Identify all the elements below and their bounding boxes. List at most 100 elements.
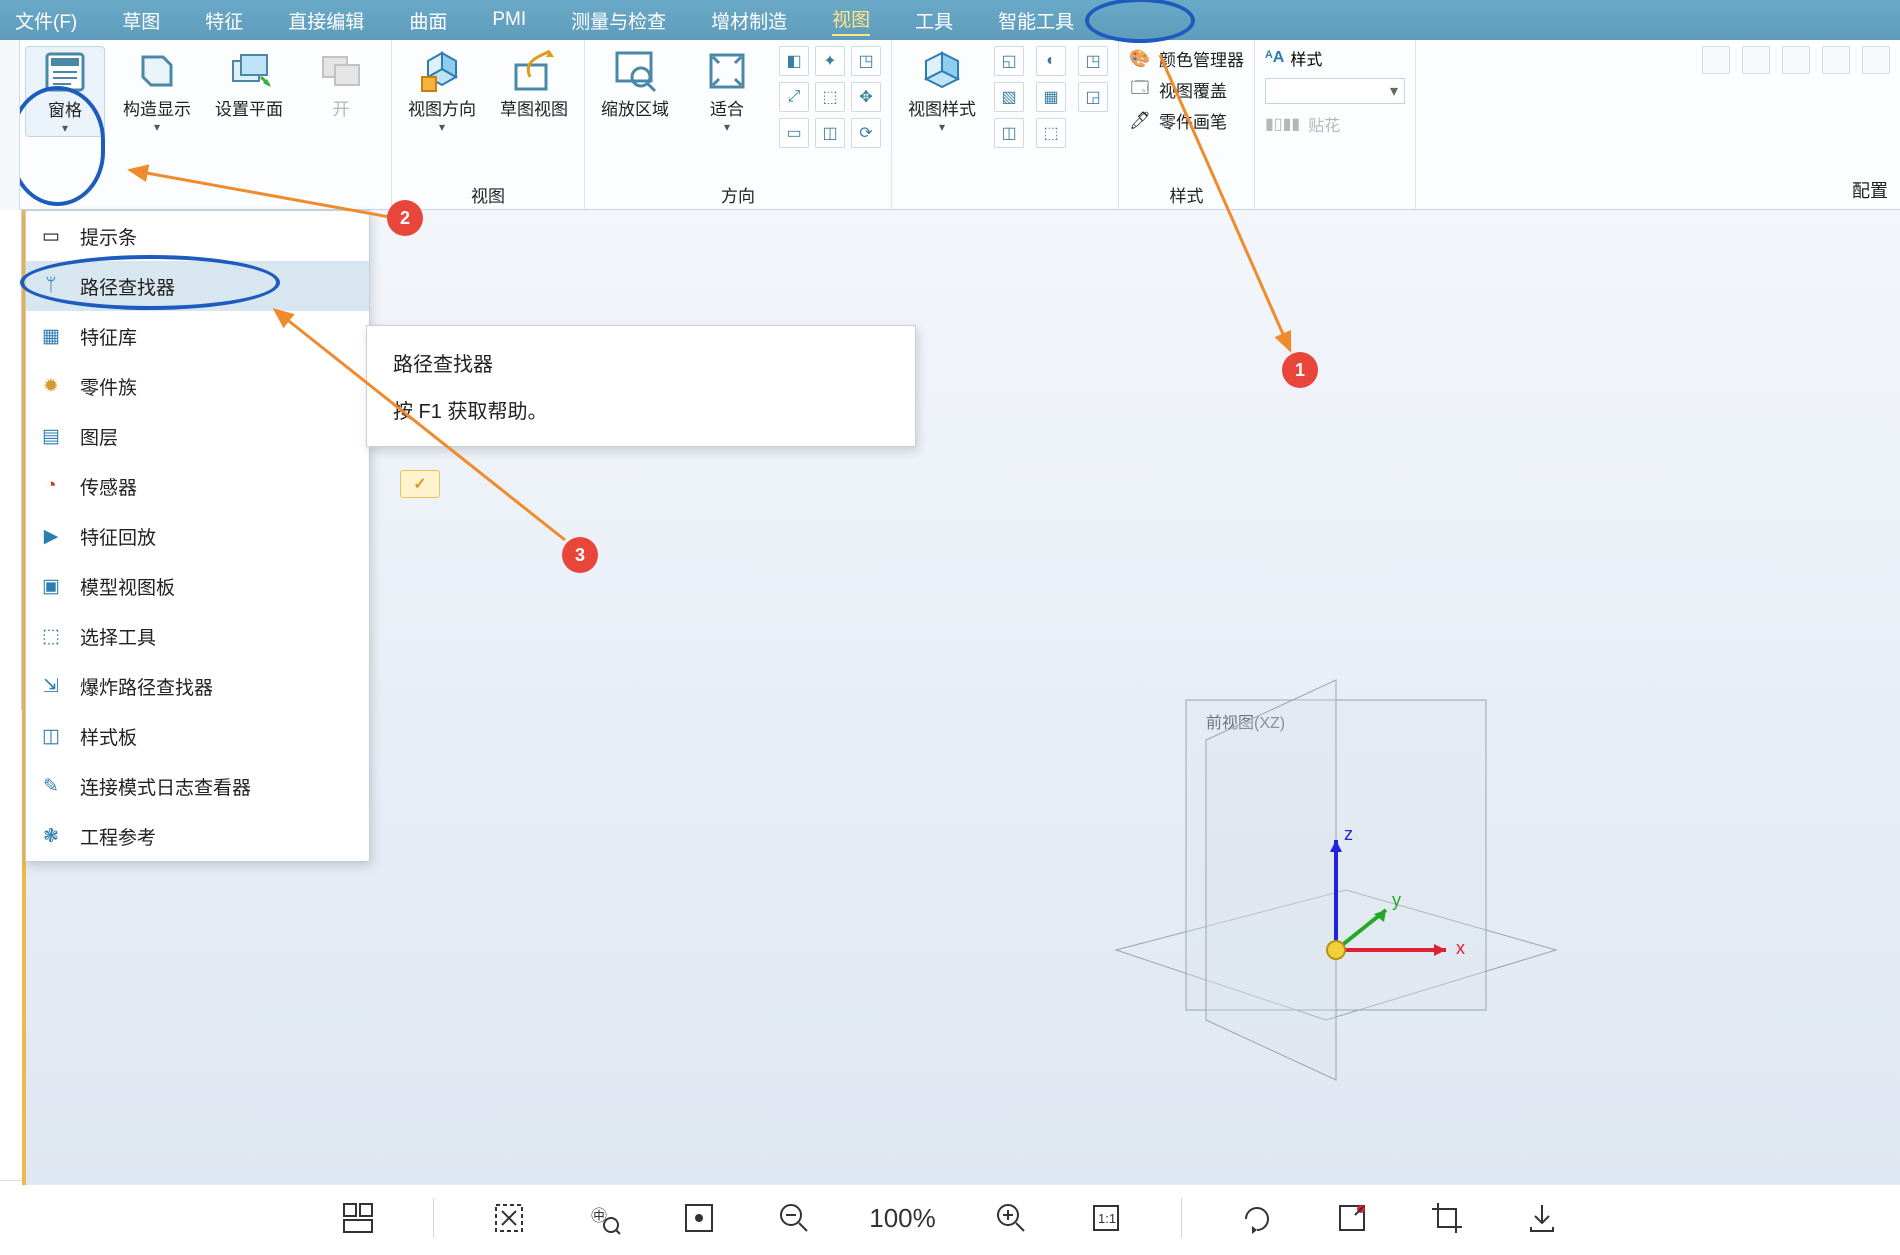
zoom-area-button[interactable]: 缩放区域	[595, 46, 675, 120]
group-config-label: 配置	[1852, 173, 1888, 203]
vs-cell[interactable]: ◳	[1078, 46, 1108, 76]
fit-button[interactable]: 适合	[687, 46, 767, 135]
color-manager-link[interactable]: 🎨 颜色管理器	[1129, 46, 1244, 71]
dropdown-item-logviewer[interactable]: ✎ 连接模式日志查看器	[26, 761, 369, 811]
dropdown-item-layer[interactable]: ▤ 图层	[26, 411, 369, 461]
dir-cell[interactable]: ⤢	[779, 82, 809, 112]
zoom-value[interactable]: 100%	[869, 1203, 936, 1234]
menu-file[interactable]: 文件(F)	[15, 7, 77, 34]
tipbar-icon: ▭	[40, 225, 62, 247]
dropdown-item-featurelib[interactable]: ▦ 特征库	[26, 311, 369, 361]
zoom-in-tool[interactable]	[991, 1198, 1031, 1238]
dir-cell[interactable]: ⟳	[851, 118, 881, 148]
dropdown-item-sensor[interactable]: ◔ 传感器	[26, 461, 369, 511]
separator	[433, 1198, 434, 1238]
style-dropdown[interactable]: ▾	[1265, 78, 1405, 104]
viewdir-icon	[417, 46, 467, 96]
svg-text:1:1: 1:1	[1098, 1211, 1116, 1226]
dropdown-item-engref[interactable]: ❃ 工程参考	[26, 811, 369, 861]
dropdown-item-partfamily[interactable]: ✹ 零件族	[26, 361, 369, 411]
sketch-view-button[interactable]: 草图视图	[494, 46, 574, 120]
mvboard-icon: ▣	[40, 575, 62, 597]
menu-smart[interactable]: 智能工具	[998, 7, 1074, 34]
dropdown-label: 零件族	[80, 373, 137, 400]
menu-tools[interactable]: 工具	[915, 7, 953, 34]
color-manager-label: 颜色管理器	[1159, 46, 1244, 71]
set-plane-button[interactable]: 设置平面	[209, 46, 289, 120]
dir-cell[interactable]: ✥	[851, 82, 881, 112]
view-override-link[interactable]: 🗔 视图覆盖	[1129, 77, 1244, 102]
dir-cell[interactable]: ◳	[851, 46, 881, 76]
setplane-label: 设置平面	[215, 100, 283, 120]
menu-view[interactable]: 视图	[832, 5, 870, 36]
config-btn[interactable]	[1782, 46, 1810, 74]
dropdown-label: 特征库	[80, 323, 137, 350]
vs-cell[interactable]: ◐	[1036, 46, 1066, 76]
menu-sketch[interactable]: 草图	[122, 7, 160, 34]
dropdown-item-styleboard[interactable]: ◫ 样式板	[26, 711, 369, 761]
dir-cell[interactable]: ◧	[779, 46, 809, 76]
group-dir-label: 方向	[721, 178, 755, 207]
construct-display-button[interactable]: 构造显示	[117, 46, 197, 135]
edit-tool[interactable]	[1332, 1198, 1372, 1238]
vs-cell[interactable]: ⬚	[1036, 118, 1066, 148]
crop-tool[interactable]	[1427, 1198, 1467, 1238]
view-style-button[interactable]: 视图样式	[902, 46, 982, 135]
config-btn[interactable]	[1742, 46, 1770, 74]
dropdown-item-tipbar[interactable]: ▭ 提示条	[26, 211, 369, 261]
pane-icon	[40, 47, 90, 97]
focus-tool[interactable]	[679, 1198, 719, 1238]
pane-label: 窗格	[48, 101, 82, 136]
translate-tool[interactable]: ㊥	[584, 1198, 624, 1238]
engref-icon: ❃	[40, 825, 62, 847]
dir-cell[interactable]: ◫	[815, 118, 845, 148]
separator	[1181, 1198, 1182, 1238]
zoom-out-tool[interactable]	[774, 1198, 814, 1238]
layout-tool[interactable]	[338, 1198, 378, 1238]
vs-cell[interactable]: ▦	[1036, 82, 1066, 112]
download-tool[interactable]	[1522, 1198, 1562, 1238]
config-btn[interactable]	[1702, 46, 1730, 74]
menu-measure[interactable]: 测量与检查	[571, 7, 666, 34]
panel-chip[interactable]	[400, 470, 440, 498]
actual-size-tool[interactable]: 1:1	[1086, 1198, 1126, 1238]
dropdown-label: 样式板	[80, 723, 137, 750]
snip-tool[interactable]	[489, 1198, 529, 1238]
pen-icon: 🖊	[1129, 110, 1151, 132]
scene-planes: 前视图(XZ) x y z	[1086, 650, 1586, 1130]
select-icon: ⬚	[40, 625, 62, 647]
dir-cell[interactable]: ▭	[779, 118, 809, 148]
dropdown-item-selecttool[interactable]: ⬚ 选择工具	[26, 611, 369, 661]
menu-pmi[interactable]: PMI	[492, 9, 526, 31]
dropdown-item-modelviewboard[interactable]: ▣ 模型视图板	[26, 561, 369, 611]
vs-cell[interactable]: ◱	[994, 46, 1024, 76]
menu-surface[interactable]: 曲面	[409, 7, 447, 34]
sidebar-tabs[interactable]	[0, 210, 22, 710]
pane-button[interactable]: 窗格	[25, 46, 105, 137]
sensor-icon: ◔	[40, 475, 62, 497]
menu-additive[interactable]: 增材制造	[711, 7, 787, 34]
menu-feature[interactable]: 特征	[205, 7, 243, 34]
rotate-tool[interactable]	[1237, 1198, 1277, 1238]
bottom-toolbar: ㊥ 100% 1:1	[0, 1180, 1900, 1255]
vs-cell[interactable]: ▧	[994, 82, 1024, 112]
ribbon-group-viewstyle: 视图样式 ◱ ▧ ◫ ◐ ▦ ⬚ ◳ ◲	[892, 40, 1119, 209]
dir-cell[interactable]: ✦	[815, 46, 845, 76]
open-button[interactable]: 开	[301, 46, 381, 120]
dropdown-item-explodepath[interactable]: ⇲ 爆炸路径查找器	[26, 661, 369, 711]
config-btn[interactable]	[1862, 46, 1890, 74]
part-pen-link[interactable]: 🖊 零件画笔	[1129, 108, 1244, 133]
ribbon-group-config: 配置	[1692, 40, 1900, 209]
dropdown-item-replay[interactable]: ▶ 特征回放	[26, 511, 369, 561]
view-direction-button[interactable]: 视图方向	[402, 46, 482, 135]
config-btn[interactable]	[1822, 46, 1850, 74]
menu-direct[interactable]: 直接编辑	[288, 7, 364, 34]
ribbon-group-panes: 窗格 构造显示 设置平面 开	[5, 40, 392, 209]
decal-button[interactable]: ▮▯▮▮ 贴花	[1265, 112, 1340, 136]
replay-icon: ▶	[40, 525, 62, 547]
dropdown-item-pathfinder[interactable]: ᛘ 路径查找器	[26, 261, 369, 311]
vs-cell[interactable]: ◲	[1078, 82, 1108, 112]
vs-cell[interactable]: ◫	[994, 118, 1024, 148]
dir-cell[interactable]: ⬚	[815, 82, 845, 112]
viewstyle-col3: ◳ ◲	[1078, 46, 1108, 112]
